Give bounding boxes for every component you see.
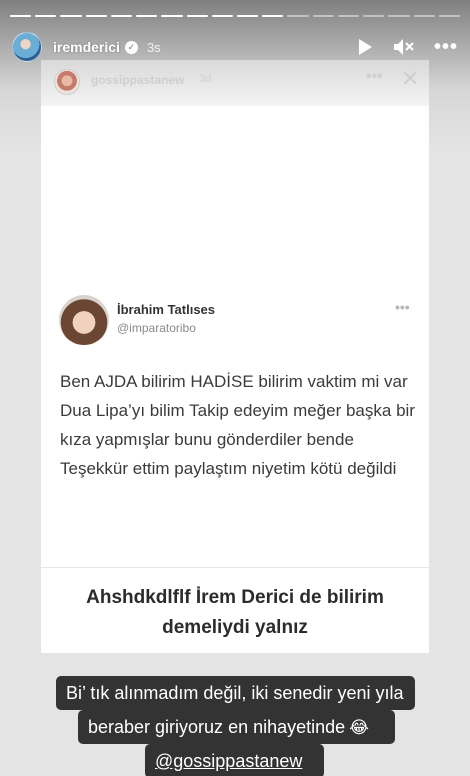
caption-text: beraber giriyoruz en nihayetinde [88, 717, 346, 737]
shared-post-time: 3d [199, 73, 212, 85]
avatar [59, 295, 109, 345]
tweet-screenshot: İbrahim Tatlıses @imparatoribo ••• Ben A… [41, 285, 429, 569]
story-header: iremderici ✓ 3s ••• [12, 30, 458, 64]
more-icon: ••• [366, 68, 383, 85]
progress-segment [236, 15, 259, 17]
divider [41, 567, 429, 568]
shared-post-username: gossippastanew [91, 73, 185, 87]
progress-segment [136, 15, 158, 17]
progress-segment [110, 15, 133, 17]
progress-segment [10, 15, 32, 17]
progress-segment [438, 15, 460, 17]
play-icon[interactable] [358, 35, 372, 59]
tweet-author-name: İbrahim Tatlıses [117, 302, 216, 317]
progress-segment [85, 15, 107, 17]
caption-line-2: beraber giriyoruz en nihayetinde 😂 [78, 710, 395, 744]
progress-segment [35, 15, 57, 17]
story-progress-bar [10, 15, 460, 18]
progress-segment [363, 15, 385, 17]
more-icon[interactable]: ••• [434, 35, 458, 59]
progress-segment [413, 15, 435, 17]
mute-icon[interactable] [392, 35, 414, 59]
shared-post-card[interactable]: gossippastanew 3d ••• ✕ İbrahim Tatlıses… [41, 60, 429, 653]
mention-sticker[interactable]: @gossippastanew [145, 744, 324, 776]
laughing-emoji-icon: 😂 [349, 718, 370, 737]
mention-text[interactable]: @gossippastanew [155, 744, 302, 776]
tweet-author-handle: @imparatoribo [117, 321, 196, 335]
story-time: 3s [146, 39, 161, 55]
avatar [54, 69, 80, 95]
progress-segment [287, 15, 309, 17]
progress-segment [337, 15, 360, 17]
progress-segment [60, 15, 82, 17]
shared-post-header: gossippastanew 3d ••• ✕ [41, 60, 429, 106]
progress-segment [262, 15, 284, 17]
caption-text: Bi’ tık alınmadım değil, iki senedir yen… [66, 683, 404, 703]
close-icon: ✕ [401, 66, 420, 91]
caption-line-1: Bi’ tık alınmadım değil, iki senedir yen… [56, 676, 415, 710]
avatar[interactable] [12, 32, 42, 62]
progress-segment [312, 15, 334, 17]
verified-badge-icon: ✓ [124, 40, 138, 54]
progress-segment [161, 15, 183, 17]
progress-segment [388, 15, 410, 17]
tweet-text: Ben AJDA bilirim HADİSE bilirim vaktim m… [60, 372, 415, 478]
overlay-text: Ahshdkdlflf İrem Derici de bilirim demel… [86, 587, 384, 638]
more-icon: ••• [395, 299, 410, 315]
progress-segment [211, 15, 233, 17]
story-username[interactable]: iremderici [53, 39, 120, 55]
progress-segment [186, 15, 208, 17]
